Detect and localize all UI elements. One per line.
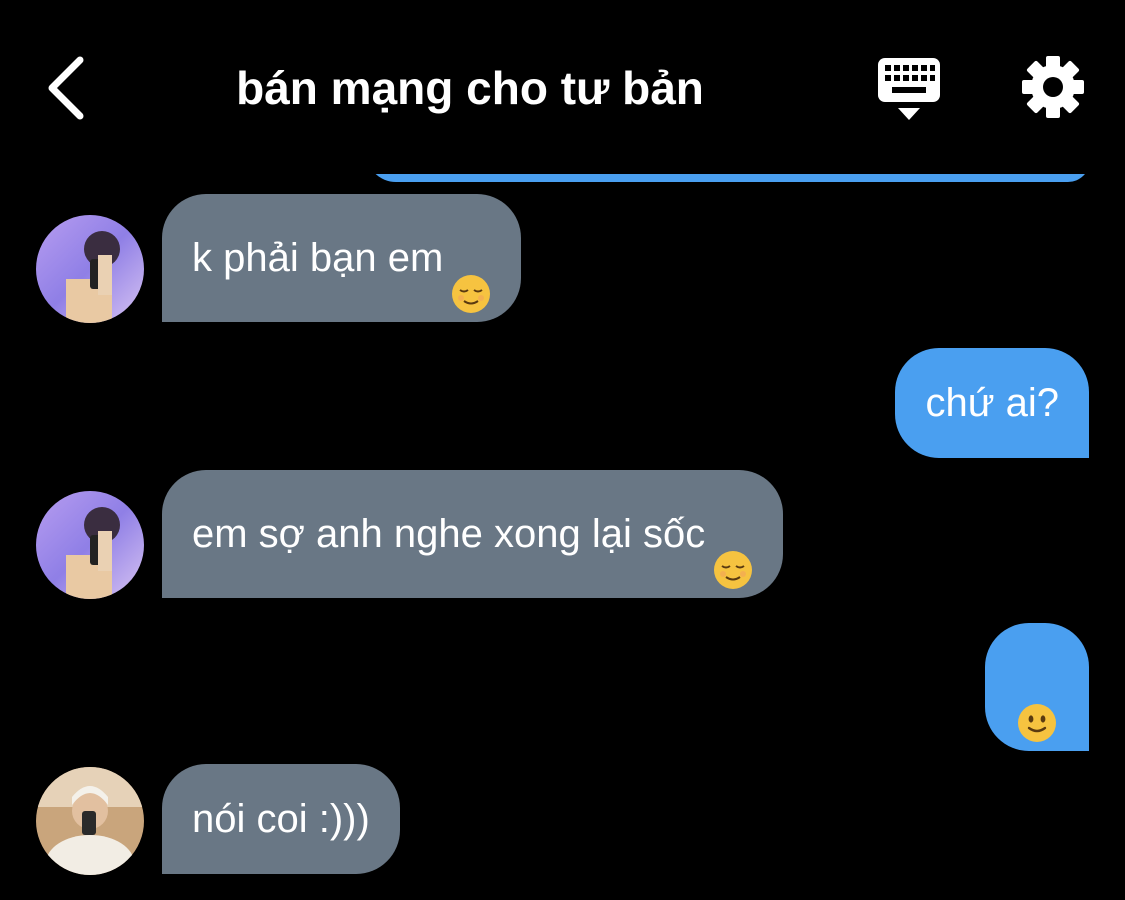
avatar[interactable] xyxy=(36,215,144,323)
chat-header: bán mạng cho tư bản xyxy=(0,0,1125,170)
outgoing-message-bubble[interactable]: chứ ai? xyxy=(895,348,1089,458)
keyboard-button[interactable] xyxy=(876,56,942,124)
avatar[interactable] xyxy=(36,767,144,875)
keyboard-icon xyxy=(878,58,940,120)
message-text: nói coi :))) xyxy=(192,797,370,841)
incoming-message-bubble[interactable]: em sợ anh nghe xong lại sốc xyxy=(162,470,784,598)
gear-icon xyxy=(1022,56,1084,118)
contact-photo xyxy=(36,767,144,875)
chevron-left-icon xyxy=(48,56,84,120)
back-button[interactable] xyxy=(40,52,96,124)
outgoing-message-bubble[interactable] xyxy=(985,623,1089,751)
relieved-face-icon xyxy=(451,237,491,314)
message-text: chứ ai? xyxy=(925,381,1059,425)
settings-button[interactable] xyxy=(1020,54,1086,120)
message-text: em sợ anh nghe xong lại sốc xyxy=(192,512,706,556)
incoming-message-bubble[interactable]: k phải bạn em xyxy=(162,194,522,322)
chat-title: bán mạng cho tư bản xyxy=(236,62,704,114)
contact-photo xyxy=(36,215,144,323)
message-text: k phải bạn em xyxy=(192,236,444,280)
relieved-face-icon xyxy=(713,513,753,590)
incoming-message-bubble[interactable]: nói coi :))) xyxy=(162,764,400,874)
avatar[interactable] xyxy=(36,491,144,599)
contact-photo xyxy=(36,491,144,599)
slightly-smiling-face-icon xyxy=(1017,666,1057,743)
